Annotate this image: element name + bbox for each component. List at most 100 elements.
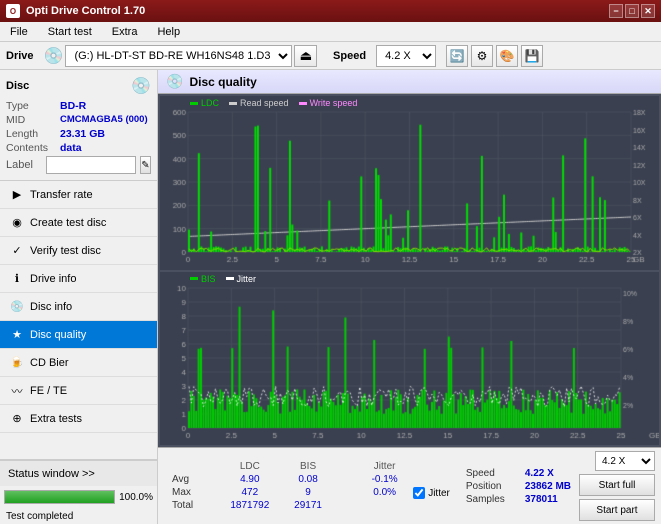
- sidebar-item-disc-info-label: Disc info: [30, 301, 72, 313]
- drive-label: Drive: [6, 50, 34, 62]
- disc-contents-label: Contents: [6, 142, 56, 154]
- sidebar-item-create-test-disc-label: Create test disc: [30, 217, 106, 229]
- disc-label-input[interactable]: [46, 156, 136, 174]
- total-ldc: 1871792: [220, 499, 279, 512]
- speed-val: 4.22 X: [525, 468, 554, 479]
- avg-label: Avg: [164, 473, 220, 486]
- speed-key: Speed: [466, 468, 521, 479]
- jitter-legend-label: Jitter: [237, 274, 257, 284]
- color-button[interactable]: 🎨: [496, 45, 518, 67]
- sidebar-item-drive-info[interactable]: ℹ Drive info: [0, 265, 157, 293]
- sidebar-item-disc-info[interactable]: 💿 Disc info: [0, 293, 157, 321]
- position-key: Position: [466, 481, 521, 492]
- progress-row: 100.0%: [0, 486, 157, 508]
- save-button[interactable]: 💾: [521, 45, 543, 67]
- disc-quality-icon: ★: [10, 328, 24, 342]
- jitter-checkbox-text: Jitter: [428, 488, 450, 499]
- disc-quality-header-icon: 💿: [166, 73, 183, 90]
- menu-start-test[interactable]: Start test: [42, 24, 98, 40]
- max-label: Max: [164, 486, 220, 499]
- sidebar-item-verify-test-disc-label: Verify test disc: [30, 245, 101, 257]
- sidebar: Disc 💿 Type BD-R MID CMCMAGBA5 (000) Len…: [0, 70, 158, 524]
- ldc-canvas: [160, 96, 659, 270]
- close-button[interactable]: ✕: [641, 4, 655, 18]
- max-bis: 9: [279, 486, 336, 499]
- jitter-checkbox[interactable]: [413, 487, 425, 499]
- stats-table: LDC BIS Jitter Avg 4.90 0.08 -0.1%: [164, 460, 413, 512]
- disc-info-icon: 💿: [10, 300, 24, 314]
- col-bis: BIS: [279, 460, 336, 473]
- menu-help[interactable]: Help: [151, 24, 186, 40]
- disc-panel: Disc 💿 Type BD-R MID CMCMAGBA5 (000) Len…: [0, 70, 157, 181]
- speed-info: Speed 4.22 X Position 23862 MB Samples 3…: [466, 468, 571, 505]
- sidebar-item-fe-te[interactable]: 〰 FE / TE: [0, 377, 157, 405]
- col-ldc: LDC: [220, 460, 279, 473]
- write-speed-legend-label: Write speed: [310, 98, 358, 108]
- disc-panel-icon: 💿: [131, 76, 151, 96]
- samples-val: 378011: [525, 494, 558, 505]
- content-area: 💿 Disc quality LDC Read speed: [158, 70, 661, 524]
- disc-quality-title: Disc quality: [189, 75, 256, 89]
- chart-speed-dropdown[interactable]: 4.2 X: [595, 451, 655, 471]
- sidebar-item-cd-bier[interactable]: 🍺 CD Bier: [0, 349, 157, 377]
- minimize-button[interactable]: −: [609, 4, 623, 18]
- jitter-checkbox-label[interactable]: Jitter: [413, 487, 450, 499]
- ldc-chart: LDC Read speed Write speed: [160, 96, 659, 270]
- sidebar-item-verify-test-disc[interactable]: ✓ Verify test disc: [0, 237, 157, 265]
- extra-tests-icon: ⊕: [10, 412, 24, 426]
- total-label: Total: [164, 499, 220, 512]
- ldc-legend-label: LDC: [201, 98, 219, 108]
- avg-jitter: -0.1%: [356, 473, 413, 486]
- cd-bier-icon: 🍺: [10, 356, 24, 370]
- sidebar-item-extra-tests[interactable]: ⊕ Extra tests: [0, 405, 157, 433]
- sidebar-item-fe-te-label: FE / TE: [30, 385, 67, 397]
- drive-select[interactable]: (G:) HL-DT-ST BD-RE WH16NS48 1.D3: [65, 45, 292, 67]
- disc-mid-value: CMCMAGBA5 (000): [60, 114, 148, 126]
- avg-ldc: 4.90: [220, 473, 279, 486]
- ldc-legend: LDC Read speed Write speed: [190, 98, 357, 108]
- menu-extra[interactable]: Extra: [106, 24, 144, 40]
- start-part-button[interactable]: Start part: [579, 499, 655, 521]
- sidebar-item-transfer-rate-label: Transfer rate: [30, 189, 93, 201]
- progress-fill: [5, 491, 114, 503]
- maximize-button[interactable]: □: [625, 4, 639, 18]
- disc-label-confirm-button[interactable]: ✎: [140, 156, 151, 174]
- max-jitter: 0.0%: [356, 486, 413, 499]
- title-bar: O Opti Drive Control 1.70 − □ ✕: [0, 0, 661, 22]
- start-full-button[interactable]: Start full: [579, 474, 655, 496]
- sidebar-item-disc-quality[interactable]: ★ Disc quality: [0, 321, 157, 349]
- col-jitter-label: Jitter: [356, 460, 413, 473]
- sidebar-item-extra-tests-label: Extra tests: [30, 413, 82, 425]
- sidebar-item-transfer-rate[interactable]: ▶ Transfer rate: [0, 181, 157, 209]
- sidebar-item-drive-info-label: Drive info: [30, 273, 76, 285]
- position-val: 23862 MB: [525, 481, 571, 492]
- refresh-button[interactable]: 🔄: [446, 45, 468, 67]
- disc-contents-value: data: [60, 142, 82, 154]
- bis-legend-label: BIS: [201, 274, 216, 284]
- drive-info-icon: ℹ: [10, 272, 24, 286]
- status-window-label: Status window >>: [8, 468, 95, 480]
- transfer-rate-icon: ▶: [10, 188, 24, 202]
- drive-icon: 💿: [44, 46, 64, 66]
- sidebar-item-cd-bier-label: CD Bier: [30, 357, 69, 369]
- disc-type-value: BD-R: [60, 100, 86, 112]
- max-ldc: 472: [220, 486, 279, 499]
- eject-button[interactable]: ⏏: [294, 45, 317, 67]
- fe-te-icon: 〰: [10, 384, 24, 398]
- app-icon: O: [6, 4, 20, 18]
- status-window-row[interactable]: Status window >>: [0, 460, 157, 486]
- drive-bar: Drive 💿 (G:) HL-DT-ST BD-RE WH16NS48 1.D…: [0, 42, 661, 70]
- total-bis: 29171: [279, 499, 336, 512]
- stats-area: LDC BIS Jitter Avg 4.90 0.08 -0.1%: [158, 447, 661, 524]
- menu-file[interactable]: File: [4, 24, 34, 40]
- disc-panel-title: Disc: [6, 80, 29, 92]
- bis-legend: BIS Jitter: [190, 274, 256, 284]
- bis-canvas: [160, 272, 659, 446]
- progress-label: 100.0%: [119, 492, 153, 503]
- settings-button[interactable]: ⚙: [471, 45, 493, 67]
- disc-quality-header: 💿 Disc quality: [158, 70, 661, 94]
- create-test-disc-icon: ◉: [10, 216, 24, 230]
- progress-bar: [4, 490, 115, 504]
- speed-select[interactable]: 4.2 X: [376, 45, 436, 67]
- sidebar-item-create-test-disc[interactable]: ◉ Create test disc: [0, 209, 157, 237]
